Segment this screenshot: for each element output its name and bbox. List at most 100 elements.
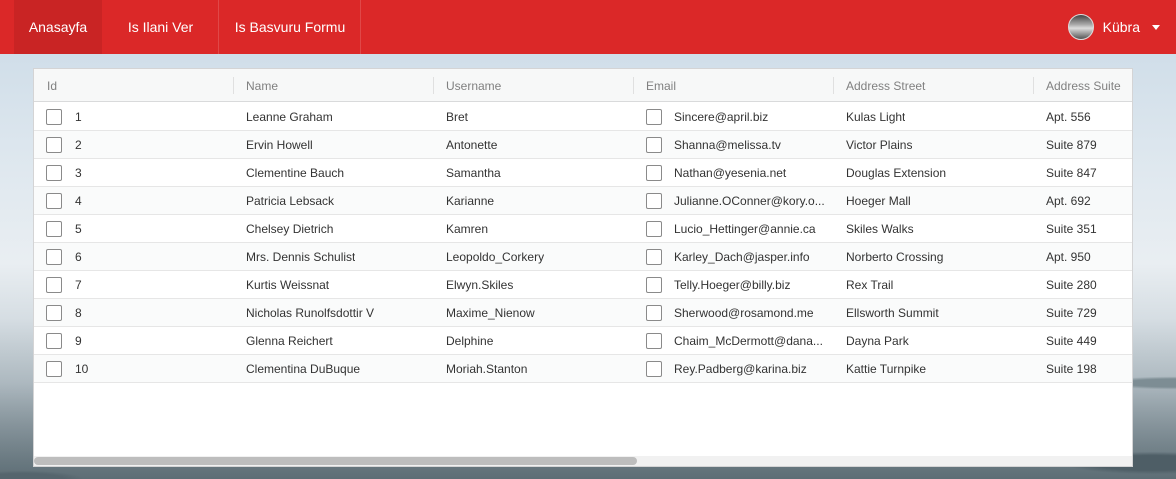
cell-address-street: Douglas Extension (846, 166, 947, 180)
email-checkbox[interactable] (646, 193, 662, 209)
cell-name: Mrs. Dennis Schulist (246, 250, 356, 264)
row-select-checkbox[interactable] (46, 249, 62, 265)
column-separator[interactable] (233, 77, 234, 94)
cell-username: Delphine (446, 334, 494, 348)
cell-address-street: Kattie Turnpike (846, 362, 927, 376)
cell-id: 8 (75, 306, 82, 320)
cell-username: Samantha (446, 166, 501, 180)
table-row[interactable]: 2 Ervin Howell Antonette Shanna@melissa.tv V… (34, 131, 1132, 159)
cell-address-suite: Suite 198 (1046, 362, 1097, 376)
email-checkbox[interactable] (646, 277, 662, 293)
cell-email: Nathan@yesenia.net (674, 166, 787, 180)
row-select-checkbox[interactable] (46, 277, 62, 293)
cell-name: Clementine Bauch (246, 166, 345, 180)
column-header-id[interactable]: Id (47, 69, 57, 102)
cell-address-suite: Suite 280 (1046, 278, 1097, 292)
cell-address-street: Victor Plains (846, 138, 913, 152)
email-checkbox[interactable] (646, 165, 662, 181)
grid-header: Id Name Username Email Address Street Ad… (34, 69, 1132, 102)
cell-address-suite: Apt. 556 (1046, 110, 1091, 124)
column-header-name[interactable]: Name (246, 69, 278, 102)
cell-id: 9 (75, 334, 82, 348)
table-row[interactable]: 5 Chelsey Dietrich Kamren Lucio_Hettinger@a… (34, 215, 1132, 243)
table-row[interactable]: 3 Clementine Bauch Samantha Nathan@yesenia.… (34, 159, 1132, 187)
cell-address-suite: Suite 847 (1046, 166, 1097, 180)
cell-address-street: Norberto Crossing (846, 250, 944, 264)
column-header-email[interactable]: Email (646, 69, 676, 102)
row-select-checkbox[interactable] (46, 165, 62, 181)
cell-username: Elwyn.Skiles (446, 278, 514, 292)
nav-item-label: Is Ilani Ver (127, 19, 194, 35)
cell-username: Moriah.Stanton (446, 362, 528, 376)
table-row[interactable]: 8 Nicholas Runolfsdottir V Maxime_Nienow Sh… (34, 299, 1132, 327)
cell-id: 7 (75, 278, 82, 292)
table-row[interactable]: 7 Kurtis Weissnat Elwyn.Skiles Telly.Hoeger… (34, 271, 1132, 299)
column-header-username[interactable]: Username (446, 69, 501, 102)
cell-address-street: Hoeger Mall (846, 194, 911, 208)
cell-address-suite: Suite 449 (1046, 334, 1097, 348)
cell-email: Sherwood@rosamond.me (674, 306, 814, 320)
cell-username: Kamren (446, 222, 489, 236)
users-data-grid: Id Name Username Email Address Street Ad… (33, 68, 1133, 467)
cell-id: 4 (75, 194, 82, 208)
cell-name: Nicholas Runolfsdottir V (246, 306, 375, 320)
email-checkbox[interactable] (646, 249, 662, 265)
row-select-checkbox[interactable] (46, 361, 62, 377)
nav-item-is-ilani-ver[interactable]: Is Ilani Ver (102, 0, 219, 54)
column-separator[interactable] (833, 77, 834, 94)
email-checkbox[interactable] (646, 109, 662, 125)
cell-name: Ervin Howell (246, 138, 313, 152)
email-checkbox[interactable] (646, 221, 662, 237)
table-row[interactable]: 6 Mrs. Dennis Schulist Leopoldo_Corkery Kar… (34, 243, 1132, 271)
column-header-address-street[interactable]: Address Street (846, 69, 925, 102)
nav-item-is-basvuru-formu[interactable]: Is Basvuru Formu (219, 0, 361, 54)
cell-email: Rey.Padberg@karina.biz (674, 362, 807, 376)
table-row[interactable]: 10 Clementina DuBuque Moriah.Stanton Rey.Pa… (34, 355, 1132, 383)
avatar (1067, 14, 1094, 40)
column-separator[interactable] (433, 77, 434, 94)
cell-name: Glenna Reichert (246, 334, 333, 348)
cell-address-suite: Suite 351 (1046, 222, 1097, 236)
cell-name: Leanne Graham (246, 110, 333, 124)
cell-username: Antonette (446, 138, 498, 152)
row-select-checkbox[interactable] (46, 305, 62, 321)
row-select-checkbox[interactable] (46, 193, 62, 209)
cell-username: Karianne (446, 194, 495, 208)
email-checkbox[interactable] (646, 333, 662, 349)
cell-name: Kurtis Weissnat (246, 278, 330, 292)
cell-username: Maxime_Nienow (446, 306, 535, 320)
nav-item-label: Anasayfa (28, 19, 88, 35)
scrollbar-thumb[interactable] (34, 457, 637, 465)
cell-name: Patricia Lebsack (246, 194, 335, 208)
cell-id: 3 (75, 166, 82, 180)
column-separator[interactable] (633, 77, 634, 94)
table-row[interactable]: 1 Leanne Graham Bret Sincere@april.biz Kulas… (34, 103, 1132, 131)
row-select-checkbox[interactable] (46, 109, 62, 125)
column-header-address-suite[interactable]: Address Suite (1046, 69, 1121, 102)
user-menu[interactable]: Kübra (1067, 0, 1176, 54)
cell-id: 1 (75, 110, 82, 124)
cell-id: 6 (75, 250, 82, 264)
email-checkbox[interactable] (646, 137, 662, 153)
email-checkbox[interactable] (646, 361, 662, 377)
table-row[interactable]: 4 Patricia Lebsack Karianne Julianne.OConne… (34, 187, 1132, 215)
cell-id: 10 (75, 362, 89, 376)
nav-item-anasayfa[interactable]: Anasayfa (14, 0, 102, 54)
cell-address-suite: Suite 879 (1046, 138, 1097, 152)
cell-address-suite: Apt. 950 (1046, 250, 1091, 264)
chevron-down-icon (1152, 24, 1160, 30)
row-select-checkbox[interactable] (46, 221, 62, 237)
nav-item-label: Is Basvuru Formu (234, 19, 346, 35)
table-row[interactable]: 9 Glenna Reichert Delphine Chaim_McDermott@… (34, 327, 1132, 355)
column-separator[interactable] (1033, 77, 1034, 94)
cell-address-suite: Apt. 692 (1046, 194, 1091, 208)
cell-username: Leopoldo_Corkery (446, 250, 545, 264)
cell-address-street: Rex Trail (846, 278, 894, 292)
horizontal-scrollbar[interactable] (34, 456, 1132, 466)
email-checkbox[interactable] (646, 305, 662, 321)
cell-email: Telly.Hoeger@billy.biz (674, 278, 791, 292)
row-select-checkbox[interactable] (46, 137, 62, 153)
cell-email: Karley_Dach@jasper.info (674, 250, 810, 264)
row-select-checkbox[interactable] (46, 333, 62, 349)
cell-name: Clementina DuBuque (246, 362, 361, 376)
